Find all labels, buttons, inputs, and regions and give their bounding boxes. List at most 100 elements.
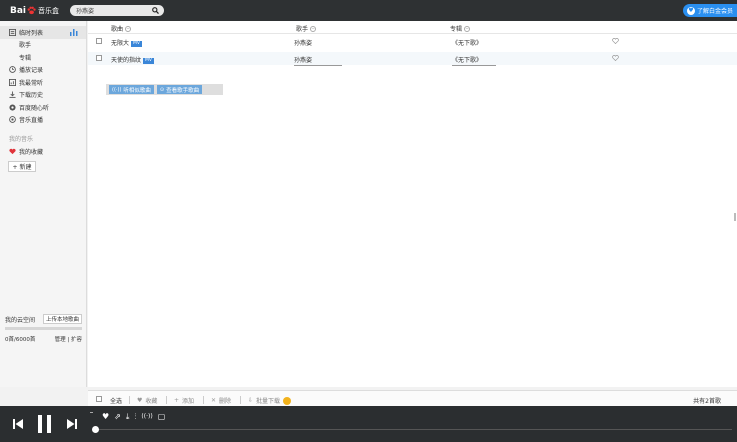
sidebar-item-label: 临时列表: [19, 29, 44, 37]
download-icon[interactable]: ⤓: [126, 413, 130, 421]
sidebar-item-label: 我的收藏: [19, 148, 44, 156]
sidebar-item-label: 下载历史: [19, 92, 44, 100]
close-icon: ✕: [211, 397, 217, 404]
heart-icon: ♥: [137, 397, 143, 404]
artist-songs-button[interactable]: ⊙ 查看歌手歌曲: [156, 85, 203, 94]
logo-text: Bai: [10, 5, 27, 16]
logo[interactable]: Bai 音乐盒: [10, 6, 59, 16]
delete-button[interactable]: ✕ 删除: [211, 396, 231, 405]
artist-name[interactable]: 孙燕姿: [294, 38, 312, 47]
mini-mode-icon[interactable]: ▢: [158, 413, 166, 421]
column-header-song[interactable]: 歌曲 −: [111, 24, 132, 33]
sort-icon: −: [310, 25, 317, 32]
album-name[interactable]: 《无下歌》: [452, 55, 482, 64]
pause-icon[interactable]: [37, 415, 52, 433]
plus-icon: +: [174, 397, 180, 404]
divider: [240, 396, 241, 404]
sidebar-item-temp-list[interactable]: 临时列表: [0, 26, 86, 39]
expand-link[interactable]: 扩容: [71, 337, 82, 343]
sort-icon: −: [464, 25, 471, 32]
divider: [129, 396, 130, 404]
equalizer-icon[interactable]: ⫶: [134, 413, 136, 421]
select-all-checkbox[interactable]: [96, 396, 102, 402]
column-header-artist[interactable]: 歌手 −: [296, 24, 317, 33]
song-title[interactable]: 无限大: [111, 40, 129, 47]
divider: [294, 65, 342, 66]
clock-icon: [9, 66, 16, 74]
search-icon[interactable]: [152, 7, 159, 14]
sidebar-item-label: 我最常听: [19, 79, 44, 87]
search-box[interactable]: [70, 5, 164, 16]
row-checkbox[interactable]: [96, 38, 102, 44]
broadcast-icon: ((·)): [112, 86, 122, 93]
sidebar-subitem-album[interactable]: 专辑: [0, 51, 86, 64]
download-icon: [9, 91, 16, 99]
sidebar-item-live[interactable]: 音乐直播: [0, 114, 86, 127]
equalizer-icon: [70, 29, 78, 36]
divider: [166, 396, 167, 404]
radio-icon: [9, 104, 16, 111]
song-title[interactable]: 天使的指纹: [111, 57, 141, 64]
player-bar: ♥ ⇗ ⤓ ⫶ ((·)) ▢: [0, 406, 737, 442]
divider: [452, 65, 496, 66]
row-action-bar: ((·)) 听相似歌曲 ⊙ 查看歌手歌曲: [106, 84, 223, 95]
sidebar-item-label: 音乐直播: [19, 117, 44, 125]
sidebar-item-downloads[interactable]: 下载历史: [0, 89, 86, 102]
membership-label: 了解白金会员: [696, 8, 733, 15]
divider: [203, 396, 204, 404]
progress-knob[interactable]: [92, 426, 99, 433]
mv-badge[interactable]: MV: [143, 57, 154, 64]
cloud-usage-text: 0首/6000首: [5, 337, 36, 343]
column-header-album[interactable]: 专辑 −: [450, 24, 471, 33]
divider: [90, 412, 93, 413]
sidebar-item-label: 播放记录: [19, 67, 44, 75]
song-count: 共有2首歌: [693, 398, 721, 405]
song-list-panel: 歌曲 − 歌手 − 专辑 − 无限大 MV 孙燕姿 《无下歌》 天使的指纹 MV 孙燕姿 …: [88, 21, 737, 408]
share-icon[interactable]: ⇗: [114, 413, 121, 421]
sidebar-item-history[interactable]: 播放记录: [0, 64, 86, 77]
favorite-heart-icon[interactable]: [612, 55, 619, 61]
sidebar-subitem-artist[interactable]: 歌手: [0, 39, 86, 52]
artist-name[interactable]: 孙燕姿: [294, 55, 312, 64]
top-bar: Bai 音乐盒 ♥ 了解白金会员: [0, 0, 737, 21]
select-all-label[interactable]: 全选: [110, 396, 122, 405]
player-tools: ♥ ⇗ ⤓ ⫶ ((·)) ▢: [102, 413, 165, 421]
row-checkbox[interactable]: [96, 55, 102, 61]
previous-icon[interactable]: [13, 419, 23, 429]
table-header: 歌曲 − 歌手 − 专辑 −: [88, 21, 737, 34]
sidebar-item-most-played[interactable]: 我最常听: [0, 76, 86, 89]
list-icon: [9, 28, 16, 36]
favorite-all-button[interactable]: ♥ 收藏: [137, 396, 157, 405]
progress-track[interactable]: [96, 429, 732, 430]
cloud-label: 我的云空间: [5, 316, 36, 324]
resize-handle[interactable]: [734, 213, 736, 221]
sidebar-item-favorites[interactable]: 我的收藏: [0, 145, 86, 158]
sidebar-item-radio[interactable]: 百度随心听: [0, 101, 86, 114]
section-label-my-music: 我的音乐: [9, 136, 34, 143]
favorite-heart-icon[interactable]: [612, 38, 619, 44]
membership-button[interactable]: ♥ 了解白金会员: [682, 4, 737, 17]
album-name[interactable]: 《无下歌》: [452, 38, 482, 47]
mv-badge[interactable]: MV: [131, 40, 142, 47]
logo-suffix: 音乐盒: [38, 6, 60, 15]
add-button[interactable]: + 添加: [174, 396, 194, 405]
cloud-space: 我的云空间 上传本地歌曲 0首/6000首 管理 | 扩容: [0, 313, 87, 343]
chart-icon: [9, 78, 16, 86]
heart-icon: ♥: [686, 6, 695, 15]
favorite-heart-icon[interactable]: ♥: [102, 413, 109, 421]
next-icon[interactable]: [67, 419, 77, 429]
manage-link[interactable]: 管理: [55, 337, 66, 343]
batch-download-button[interactable]: ⇩ 批量下载: [248, 396, 292, 405]
similar-songs-button[interactable]: ((·)) 听相似歌曲: [109, 85, 154, 94]
cloud-usage-bar: [5, 327, 82, 330]
search-input[interactable]: [76, 5, 146, 16]
paw-icon: [27, 6, 36, 15]
new-playlist-button[interactable]: + 新建: [8, 160, 36, 172]
broadcast-icon[interactable]: ((·)): [141, 413, 152, 421]
table-row[interactable]: 天使的指纹 MV 孙燕姿 《无下歌》: [88, 52, 737, 65]
vip-badge-icon: [283, 396, 292, 405]
table-row[interactable]: 无限大 MV 孙燕姿 《无下歌》: [88, 35, 737, 48]
download-icon: ⇩: [248, 397, 254, 404]
sidebar-item-label: 百度随心听: [19, 104, 50, 112]
upload-local-button[interactable]: 上传本地歌曲: [42, 314, 82, 324]
